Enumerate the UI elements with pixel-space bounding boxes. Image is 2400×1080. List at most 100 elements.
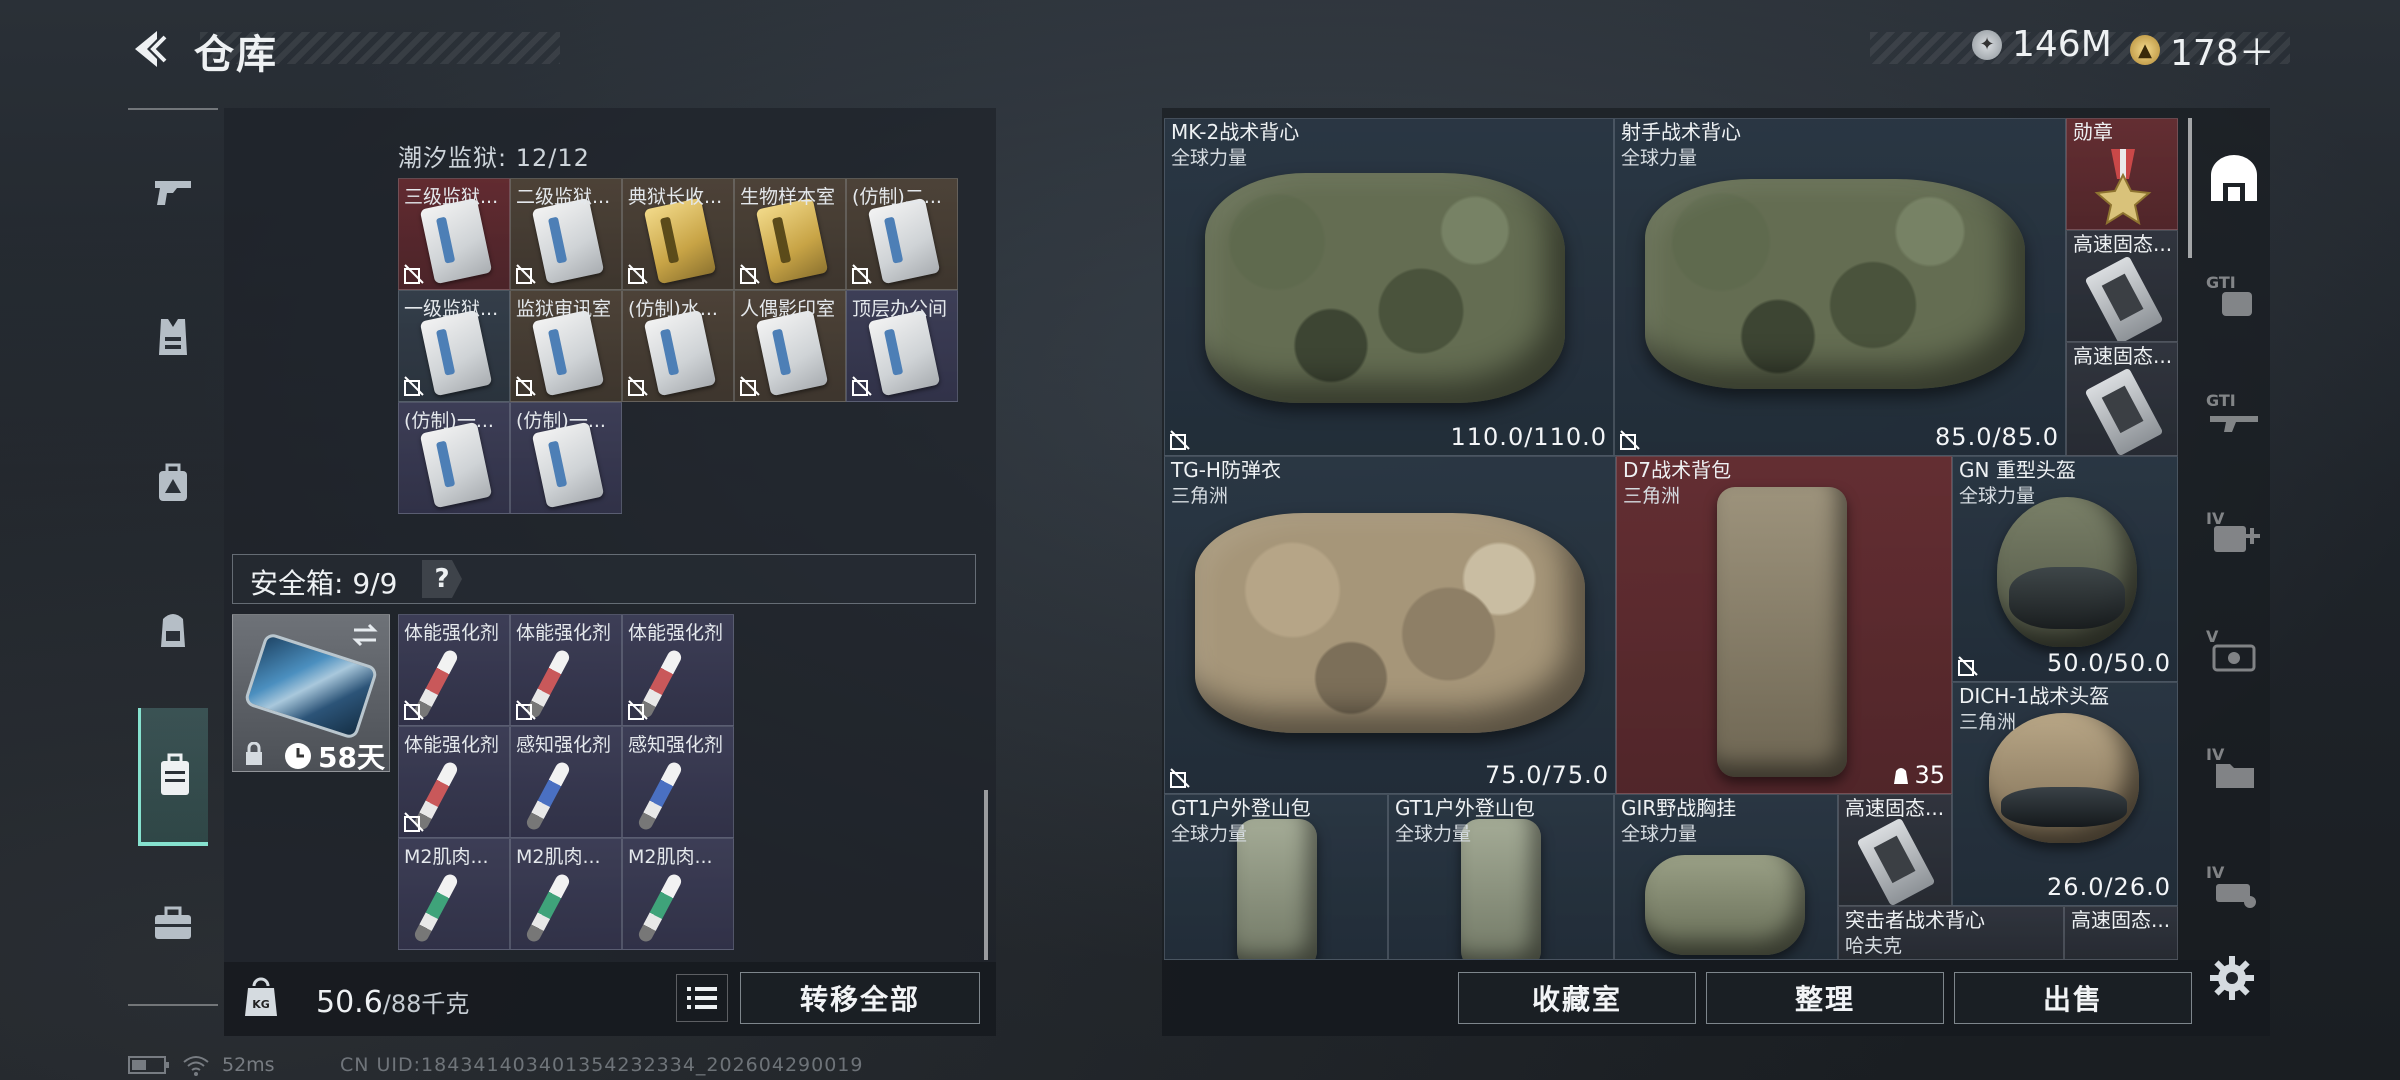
nav-item-armor[interactable]	[136, 300, 210, 374]
stash-tab-iv-folder[interactable]: IV	[2198, 732, 2270, 804]
keycard-slot[interactable]: 生物样本室	[734, 178, 846, 290]
stash-tab-all[interactable]	[2198, 142, 2270, 214]
stash-tab-iv-medical[interactable]: IV	[2198, 496, 2270, 568]
stash-tab-v-keycard[interactable]: V	[2198, 614, 2270, 686]
unbound-icon	[628, 376, 648, 396]
safe-item-slot[interactable]: 体能强化剂	[510, 614, 622, 726]
svg-text:V: V	[2206, 627, 2219, 646]
keycard-name: 一级监狱...	[404, 298, 499, 320]
wifi-icon	[183, 1056, 209, 1076]
svg-text:IV: IV	[2206, 745, 2225, 764]
stash-item-assault-vest[interactable]: 突击者战术背心 哈夫克	[1838, 906, 2064, 960]
gold-coin-icon: ▲	[2130, 35, 2160, 65]
keycard-slot[interactable]: (仿制)水...	[622, 290, 734, 402]
stash-item-ssd[interactable]: 高速固态...	[2066, 230, 2178, 342]
left-scrollbar[interactable]	[984, 790, 988, 960]
collection-room-button[interactable]: 收藏室	[1458, 972, 1696, 1024]
safe-box-title: 安全箱: 9/9	[250, 567, 398, 600]
currency-silver[interactable]: ✦ 146M	[1972, 24, 2112, 65]
injector-icon	[524, 872, 572, 944]
keycard-name: (仿制)二...	[852, 186, 942, 208]
keycard-slot[interactable]: (仿制)二...	[846, 178, 958, 290]
item-durability: 110.0/110.0	[1450, 423, 1607, 451]
item-name: 高速固态...	[2073, 232, 2173, 256]
stash-tab-gti-backpack[interactable]: GTI	[2198, 260, 2270, 332]
unbound-icon	[1170, 430, 1190, 450]
swap-icon[interactable]	[350, 620, 380, 650]
keycard-slot[interactable]: 人偶影印室	[734, 290, 846, 402]
unbound-icon	[404, 264, 424, 284]
stash-tab-iv-misc[interactable]: IV	[2198, 850, 2270, 922]
keycard-slot[interactable]: 二级监狱...	[510, 178, 622, 290]
item-source: 三角洲	[1623, 485, 1681, 507]
safe-item-slot[interactable]: 体能强化剂	[398, 726, 510, 838]
stash-item-ssd[interactable]: 高速固态...	[1838, 794, 1952, 906]
backpack-image	[1461, 819, 1541, 959]
stash-item-mk2-vest[interactable]: MK-2战术背心 全球力量 110.0/110.0	[1164, 118, 1614, 456]
status-bar: 52ms	[128, 1054, 275, 1076]
back-button[interactable]	[124, 24, 174, 74]
injector-icon	[636, 872, 684, 944]
list-view-button[interactable]	[676, 974, 728, 1022]
prison-keycards-label: 潮汐监狱: 12/12	[398, 144, 590, 172]
safe-item-slot[interactable]: M2肌肉...	[398, 838, 510, 950]
currency-gold[interactable]: ▲ 178＋	[2130, 24, 2275, 76]
safe-item-slot[interactable]: 体能强化剂	[398, 614, 510, 726]
keycard-slot[interactable]: (仿制)一...	[398, 402, 510, 514]
stash-item-d7-backpack[interactable]: D7战术背包 三角洲 35	[1616, 456, 1952, 794]
safe-item-slot[interactable]: M2肌肉...	[510, 838, 622, 950]
weight-max: /88千克	[382, 990, 470, 1018]
nav-item-backpack[interactable]	[136, 592, 210, 666]
settings-gear-icon[interactable]	[2208, 954, 2256, 1002]
ping-value: 52ms	[222, 1054, 275, 1076]
stash-item-gn-helmet[interactable]: GN 重型头盔 全球力量 50.0/50.0	[1952, 456, 2178, 682]
body-armor-image	[1195, 513, 1585, 733]
stash-scrollbar[interactable]	[2188, 118, 2192, 258]
nav-item-briefcase[interactable]	[136, 886, 210, 960]
unbound-icon	[628, 700, 648, 720]
stash-item-dich-helmet[interactable]: DICH-1战术头盔 三角洲 26.0/26.0	[1952, 682, 2178, 906]
keycard-name: (仿制)水...	[628, 298, 718, 320]
keycard-slot[interactable]: 一级监狱...	[398, 290, 510, 402]
nav-item-weapons[interactable]	[136, 154, 210, 228]
transfer-all-button[interactable]: 转移全部	[740, 972, 980, 1024]
safe-item-slot[interactable]: 感知强化剂	[622, 726, 734, 838]
keycard-slot[interactable]: 典狱长收...	[622, 178, 734, 290]
keycard-name: 监狱审讯室	[516, 298, 612, 320]
svg-text:GTI: GTI	[2206, 273, 2236, 292]
back-arrow-icon	[135, 31, 167, 67]
stash-item-ssd[interactable]: 高速固态...	[2064, 906, 2178, 960]
stash-item-ssd[interactable]: 高速固态...	[2066, 342, 2178, 456]
item-durability: 85.0/85.0	[1935, 423, 2059, 451]
stash-item-shooter-vest[interactable]: 射手战术背心 全球力量 85.0/85.0	[1614, 118, 2066, 456]
stash-item-gt1-backpack[interactable]: GT1户外登山包 全球力量	[1164, 794, 1388, 960]
keycard-slot[interactable]: 三级监狱...	[398, 178, 510, 290]
nav-item-medical[interactable]	[136, 446, 210, 520]
stash-item-gt1-backpack[interactable]: GT1户外登山包 全球力量	[1388, 794, 1614, 960]
sell-button[interactable]: 出售	[1954, 972, 2192, 1024]
keycard-name: (仿制)一...	[404, 410, 494, 432]
keycard-slot[interactable]: 监狱审讯室	[510, 290, 622, 402]
keycard-slot[interactable]: 顶层办公间	[846, 290, 958, 402]
item-source: 全球力量	[1171, 147, 1248, 169]
sort-button[interactable]: 整理	[1706, 972, 1944, 1024]
keycard-name: 顶层办公间	[852, 298, 948, 320]
item-source: 哈夫克	[1845, 935, 1903, 957]
keycard-slot[interactable]: (仿制)一...	[510, 402, 622, 514]
stash-item-medal[interactable]: 勋章	[2066, 118, 2178, 230]
stash-tab-gti-rifle[interactable]: GTI	[2198, 378, 2270, 450]
keycard-name: 三级监狱...	[404, 186, 499, 208]
stash-item-tgh-armor[interactable]: TG-H防弹衣 三角洲 75.0/75.0	[1164, 456, 1616, 794]
item-source: 全球力量	[1395, 823, 1472, 845]
safe-item-slot[interactable]: M2肌肉...	[622, 838, 734, 950]
item-name: DICH-1战术头盔	[1959, 684, 2110, 708]
helmet-goggles	[2001, 787, 2127, 827]
keycard-icon	[867, 309, 941, 397]
safe-item-slot[interactable]: 感知强化剂	[510, 726, 622, 838]
safe-item-slot[interactable]: 体能强化剂	[622, 614, 734, 726]
stash-item-gir-chest-rig[interactable]: GIR野战胸挂 全球力量	[1614, 794, 1838, 960]
safe-item-name: 体能强化剂	[628, 622, 724, 644]
nav-item-storage[interactable]	[138, 708, 208, 846]
iv-folder-icon: IV	[2206, 745, 2254, 788]
keycard-icon	[643, 309, 717, 397]
